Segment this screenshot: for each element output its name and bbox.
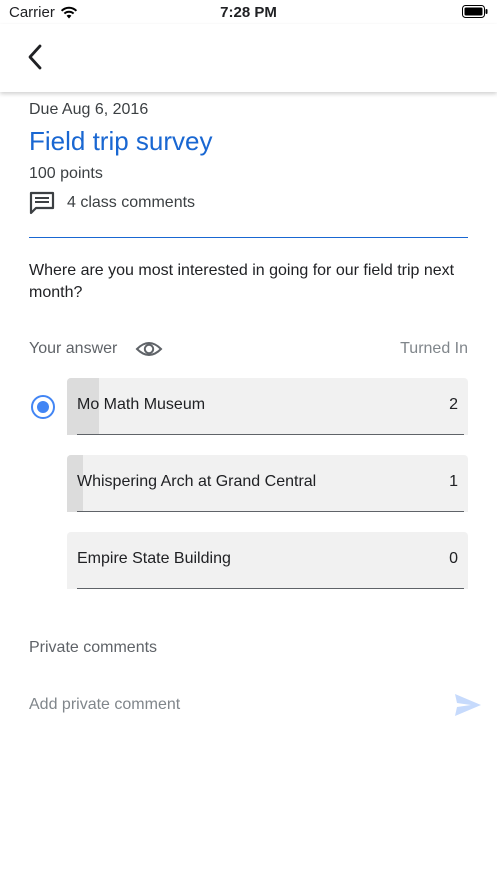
- status-time: 7:28 PM: [220, 4, 277, 21]
- status-bar: Carrier 7:28 PM: [0, 0, 497, 24]
- option-count: 2: [449, 396, 458, 413]
- assignment-title: Field trip survey: [29, 126, 213, 156]
- poll-option: Whispering Arch at Grand Central 1: [0, 455, 497, 513]
- poll-option: Empire State Building 0: [0, 532, 497, 590]
- private-comment-input[interactable]: [29, 692, 439, 718]
- radio-dot: [37, 401, 49, 413]
- option-count: 0: [449, 550, 458, 567]
- back-button[interactable]: [18, 40, 52, 74]
- header-divider: [29, 237, 468, 238]
- due-date: Due Aug 6, 2016: [29, 101, 149, 118]
- chevron-left-icon: [28, 44, 42, 70]
- eye-icon[interactable]: [135, 339, 163, 359]
- poll-option: Mo Math Museum 2: [0, 378, 497, 436]
- class-comments-link[interactable]: 4 class comments: [29, 191, 195, 215]
- send-icon[interactable]: [454, 693, 482, 717]
- turned-in-status: Turned In: [400, 340, 468, 357]
- option-underline: [77, 588, 464, 589]
- comment-icon: [29, 191, 55, 215]
- answer-header: Your answer Turned In: [29, 336, 468, 362]
- option-underline: [77, 434, 464, 435]
- question-text: Where are you most interested in going f…: [29, 262, 455, 301]
- option-button[interactable]: Mo Math Museum 2: [67, 378, 468, 435]
- private-comments-label: Private comments: [29, 639, 158, 656]
- option-count: 1: [449, 473, 458, 490]
- selected-radio[interactable]: [31, 395, 55, 419]
- your-answer-label: Your answer: [29, 340, 118, 357]
- option-label: Mo Math Museum: [77, 396, 206, 413]
- option-underline: [77, 511, 464, 512]
- app-bar: [0, 24, 497, 92]
- assignment-points: 100 points: [29, 165, 103, 182]
- option-button[interactable]: Empire State Building 0: [67, 532, 468, 589]
- battery-icon: [462, 5, 488, 18]
- option-button[interactable]: Whispering Arch at Grand Central 1: [67, 455, 468, 512]
- class-comments-label: 4 class comments: [67, 194, 196, 211]
- option-label: Whispering Arch at Grand Central: [77, 473, 317, 490]
- option-label: Empire State Building: [77, 550, 231, 567]
